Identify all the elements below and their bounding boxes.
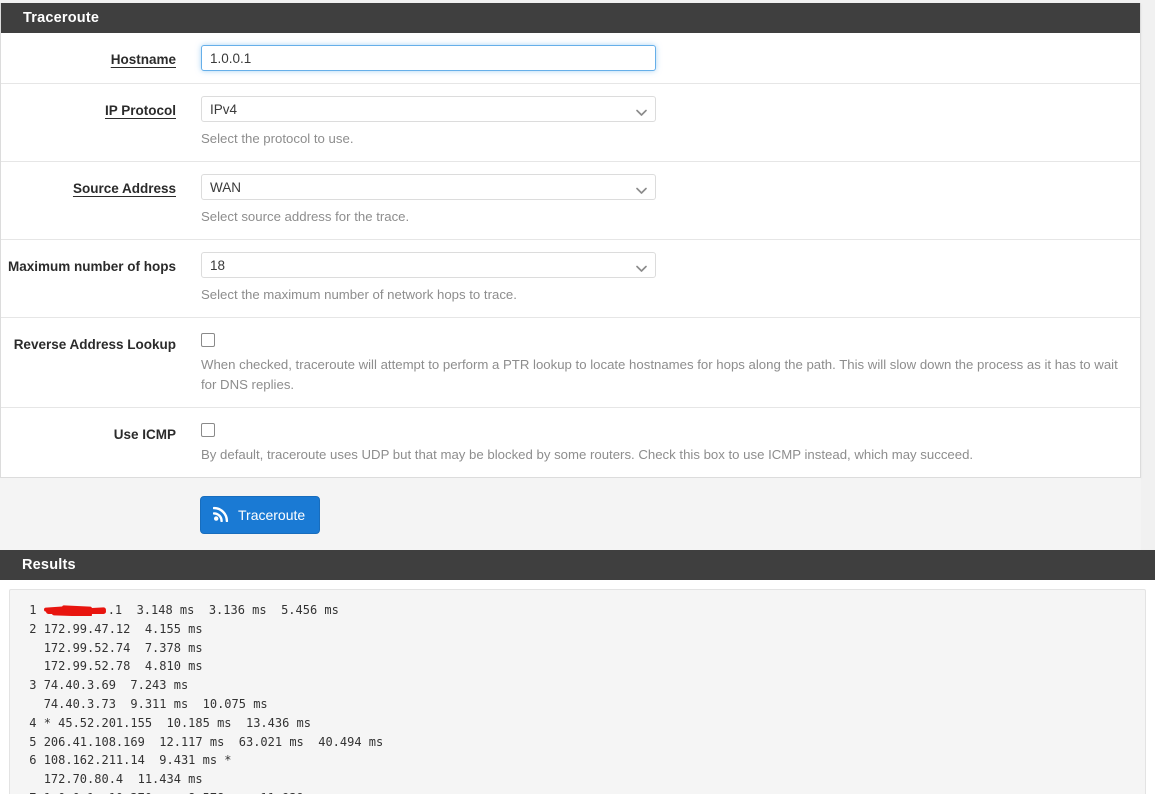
source-address-select[interactable]: WAN [201,174,656,200]
ip-protocol-label-cell: IP Protocol [1,96,176,120]
traceroute-hop-number: 3 [22,678,44,693]
hostname-label[interactable]: Hostname [111,52,176,67]
traceroute-hop-number [22,659,44,673]
traceroute-line: 6 108.162.211.14 9.431 ms * [22,753,232,768]
ip-protocol-control-cell: IPv4 Select the protocol to use. [176,96,1140,149]
results-panel-title: Results [0,550,1155,580]
traceroute-line: 4 * 45.52.201.155 10.185 ms 13.436 ms [22,716,311,730]
use-icmp-label: Use ICMP [113,427,176,442]
traceroute-line: 74.40.3.73 9.311 ms 10.075 ms [22,697,268,711]
source-address-label[interactable]: Source Address [73,181,176,196]
use-icmp-label-cell: Use ICMP [1,420,176,444]
ip-protocol-select-wrap: IPv4 [201,96,656,122]
redaction-mark [43,605,108,616]
use-icmp-help: By default, traceroute uses UDP but that… [201,447,974,462]
traceroute-hop-number [22,772,44,786]
traceroute-page: Traceroute Hostname IP Protocol [0,0,1155,794]
reverse-lookup-control-cell: When checked, traceroute will attempt to… [176,330,1140,395]
traceroute-line-text: 74.40.3.69 7.243 ms [43,678,189,693]
traceroute-submit-button[interactable]: Traceroute [200,496,321,534]
traceroute-line-text: * 45.52.201.155 10.185 ms 13.436 ms [43,715,311,730]
source-address-label-cell: Source Address [1,174,176,198]
traceroute-submit-label: Traceroute [238,507,306,523]
results-panel-body: 1 .1 3.148 ms 3.136 ms 5.456 ms 2 172.99… [0,580,1155,794]
ip-protocol-select[interactable]: IPv4 [201,96,656,122]
traceroute-hop-number [22,641,44,655]
traceroute-form-panel: Traceroute Hostname IP Protocol [0,3,1141,478]
traceroute-line-text: 206.41.108.169 12.117 ms 63.021 ms 40.49… [43,734,384,749]
traceroute-hop-number: 2 [22,621,44,636]
traceroute-line: 2 172.99.47.12 4.155 ms [22,621,203,636]
source-address-control-cell: WAN Select source address for the trace. [176,174,1140,227]
traceroute-line-text: 172.70.80.4 11.434 ms [43,772,203,787]
field-row-hostname: Hostname [1,33,1140,84]
reverse-lookup-help: When checked, traceroute will attempt to… [201,357,1118,392]
field-row-ip-protocol: IP Protocol IPv4 Select the protocol to … [1,84,1140,162]
traceroute-line-text: .1 3.148 ms 3.136 ms 5.456 ms [107,603,339,617]
field-row-source-address: Source Address WAN Select source address… [1,162,1140,240]
max-hops-control-cell: 18 Select the maximum number of network … [176,252,1140,305]
traceroute-hop-number: 6 [22,753,44,768]
field-row-reverse-lookup: Reverse Address Lookup When checked, tra… [1,318,1140,408]
traceroute-line-text: 74.40.3.73 9.311 ms 10.075 ms [43,696,268,711]
max-hops-select-wrap: 18 [201,252,656,278]
ip-protocol-label[interactable]: IP Protocol [105,103,176,118]
field-row-max-hops: Maximum number of hops 18 Select the max… [1,240,1140,318]
traceroute-hop-number: 4 [22,715,44,730]
traceroute-hop-number: 1 [22,603,44,617]
traceroute-hop-number [22,697,44,711]
hostname-control-cell [176,45,1140,71]
max-hops-select[interactable]: 18 [201,252,656,278]
max-hops-label: Maximum number of hops [7,259,176,274]
reverse-lookup-checkbox[interactable] [201,332,215,347]
traceroute-line-text: 172.99.52.74 7.378 ms [43,640,203,655]
source-address-help: Select source address for the trace. [201,209,410,224]
traceroute-line-text: 172.99.47.12 4.155 ms [43,621,203,636]
submit-button-strip: Traceroute [0,478,1141,550]
rss-signal-icon [212,505,230,525]
results-panel: Results 1 .1 3.148 ms 3.136 ms 5.456 ms … [0,550,1155,794]
reverse-lookup-label-cell: Reverse Address Lookup [1,330,176,354]
hostname-input[interactable] [201,45,656,71]
max-hops-label-cell: Maximum number of hops [1,252,176,276]
use-icmp-checkbox[interactable] [201,422,215,437]
traceroute-line: 172.99.52.78 4.810 ms [22,659,203,673]
traceroute-line-text: 108.162.211.14 9.431 ms * [43,753,232,768]
reverse-lookup-label: Reverse Address Lookup [13,337,176,352]
field-row-use-icmp: Use ICMP By default, traceroute uses UDP… [1,408,1140,477]
max-hops-help: Select the maximum number of network hop… [201,287,517,302]
ip-protocol-help: Select the protocol to use. [201,131,354,146]
traceroute-line-text: 172.99.52.78 4.810 ms [43,659,203,674]
traceroute-line: 172.99.52.74 7.378 ms [22,641,203,655]
traceroute-line: 3 74.40.3.69 7.243 ms [22,678,188,692]
form-panel-body: Hostname IP Protocol IPv4 [1,33,1140,477]
traceroute-hop-number: 5 [22,734,44,749]
traceroute-output: 1 .1 3.148 ms 3.136 ms 5.456 ms 2 172.99… [9,589,1146,794]
hostname-label-cell: Hostname [1,45,176,69]
form-panel-title: Traceroute [1,3,1140,33]
traceroute-line: 5 206.41.108.169 12.117 ms 63.021 ms 40.… [22,735,383,749]
traceroute-line: 1 .1 3.148 ms 3.136 ms 5.456 ms [22,603,339,617]
traceroute-line: 172.70.80.4 11.434 ms [22,772,203,786]
source-address-select-wrap: WAN [201,174,656,200]
use-icmp-control-cell: By default, traceroute uses UDP but that… [176,420,1140,465]
